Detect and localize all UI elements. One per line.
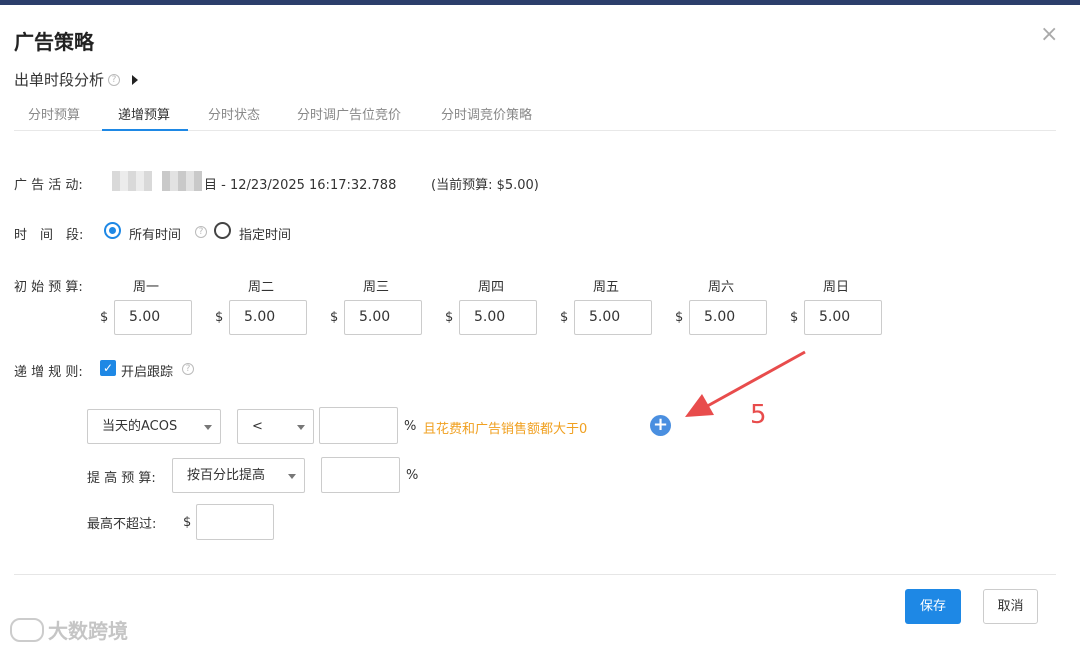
tab-hourly-budget[interactable]: 分时预算 [28, 104, 80, 123]
day-label: 周四 [477, 280, 504, 295]
budget-input-wed[interactable]: 5.00 [344, 300, 422, 335]
max-value-input[interactable] [196, 504, 274, 540]
radio-all-time[interactable] [104, 222, 121, 239]
close-icon[interactable]: × [1040, 22, 1058, 47]
currency-symbol: $ [215, 310, 224, 325]
time-period-label: 时 间 段: [14, 228, 84, 243]
subtitle-label: 出单时段分析 [14, 71, 105, 89]
help-icon[interactable]: ? [108, 73, 121, 86]
day-label: 周二 [247, 280, 274, 295]
active-tab-indicator [102, 129, 188, 131]
campaign-name: 目 - 12/23/2025 16:17:32.788 [204, 178, 397, 193]
radio-all-time-label: 所有时间 [129, 228, 182, 243]
add-rule-icon[interactable]: + [650, 415, 671, 436]
operator-select[interactable]: < [237, 409, 314, 444]
day-label: 周三 [362, 280, 389, 295]
watermark-logo-icon [10, 617, 44, 642]
budget-input-sat[interactable]: 5.00 [689, 300, 767, 335]
budget-input-fri[interactable]: 5.00 [574, 300, 652, 335]
tab-bar: 分时预算 递增预算 分时状态 分时调广告位竞价 分时调竞价策略 [14, 96, 1056, 131]
chevron-down-icon [204, 425, 212, 430]
budget-input-tue[interactable]: 5.00 [229, 300, 307, 335]
dialog-title: 广告策略 [14, 30, 94, 54]
current-budget: (当前预算: $5.00) [431, 178, 539, 193]
watermark: 大数跨境 [10, 615, 128, 644]
rule-label: 递 增 规 则: [14, 365, 83, 380]
redacted-campaign-name [112, 171, 152, 191]
chevron-down-icon [288, 474, 296, 479]
annotation-number: 5 [750, 400, 767, 430]
max-label: 最高不超过: [87, 517, 157, 532]
tab-placement-bid[interactable]: 分时调广告位竞价 [297, 104, 401, 123]
initial-budget-label: 初 始 预 算: [14, 280, 83, 295]
day-label: 周一 [132, 280, 159, 295]
currency-symbol: $ [445, 310, 454, 325]
increase-value-input[interactable] [321, 457, 400, 493]
day-label: 周六 [707, 280, 734, 295]
budget-input-thu[interactable]: 5.00 [459, 300, 537, 335]
currency-symbol: $ [100, 310, 109, 325]
threshold-input[interactable] [319, 407, 398, 444]
operator-select-value: < [252, 419, 263, 434]
top-bar [0, 0, 1080, 5]
currency-symbol: $ [330, 310, 339, 325]
condition-note: 且花费和广告销售额都大于0 [423, 422, 588, 437]
footer-divider [14, 574, 1056, 575]
chevron-down-icon [297, 425, 305, 430]
save-button[interactable]: 保存 [905, 589, 961, 624]
tab-hourly-status[interactable]: 分时状态 [208, 104, 260, 123]
tracking-checkbox[interactable]: ✓ [100, 360, 116, 376]
radio-specific-time-label: 指定时间 [239, 228, 292, 243]
day-label: 周日 [822, 280, 849, 295]
percent-sign: % [406, 468, 419, 483]
annotation-arrow-icon [685, 350, 806, 417]
cancel-button[interactable]: 取消 [983, 589, 1038, 624]
help-icon[interactable]: ? [182, 363, 194, 375]
radio-specific-time[interactable] [214, 222, 231, 239]
budget-input-sun[interactable]: 5.00 [804, 300, 882, 335]
currency-symbol: $ [790, 310, 799, 325]
percent-sign: % [404, 419, 417, 434]
currency-symbol: $ [675, 310, 684, 325]
tab-incremental-budget[interactable]: 递增预算 [118, 104, 170, 123]
help-icon[interactable]: ? [195, 226, 207, 238]
metric-select-value: 当天的ACOS [102, 419, 178, 434]
campaign-label: 广 告 活 动: [14, 178, 83, 193]
tracking-checkbox-label: 开启跟踪 [121, 365, 174, 380]
metric-select[interactable]: 当天的ACOS [87, 409, 221, 444]
analysis-link[interactable]: 出单时段分析 ? [14, 69, 139, 90]
redacted-campaign-name [162, 171, 202, 191]
budget-input-mon[interactable]: 5.00 [114, 300, 192, 335]
tab-bid-strategy[interactable]: 分时调竞价策略 [441, 104, 532, 123]
max-currency: $ [183, 515, 192, 530]
currency-symbol: $ [560, 310, 569, 325]
day-label: 周五 [592, 280, 619, 295]
increase-method-select[interactable]: 按百分比提高 [172, 458, 305, 493]
expand-triangle-icon[interactable] [132, 74, 139, 85]
increase-budget-label: 提 高 预 算: [87, 471, 156, 486]
watermark-text: 大数跨境 [48, 619, 128, 643]
increase-method-value: 按百分比提高 [187, 468, 266, 483]
